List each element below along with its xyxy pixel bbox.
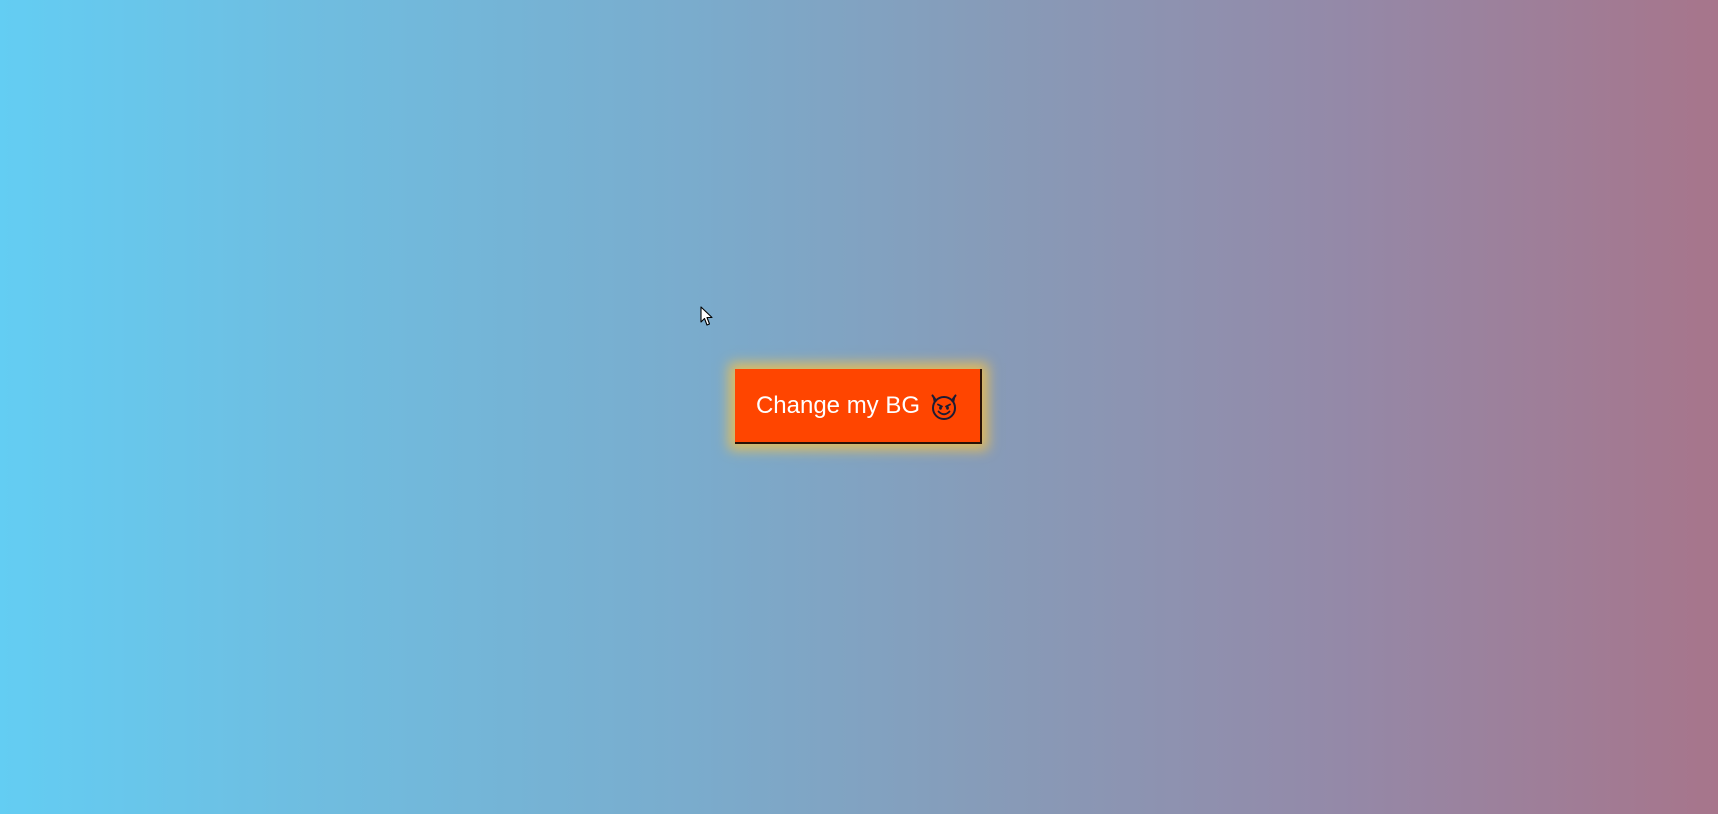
smiling-face-with-horns-icon: [929, 391, 959, 421]
change-bg-button[interactable]: Change my BG: [735, 369, 982, 444]
change-bg-button-label: Change my BG: [755, 391, 921, 419]
page-background: Change my BG: [0, 0, 1718, 814]
mouse-pointer-icon: [700, 306, 714, 328]
